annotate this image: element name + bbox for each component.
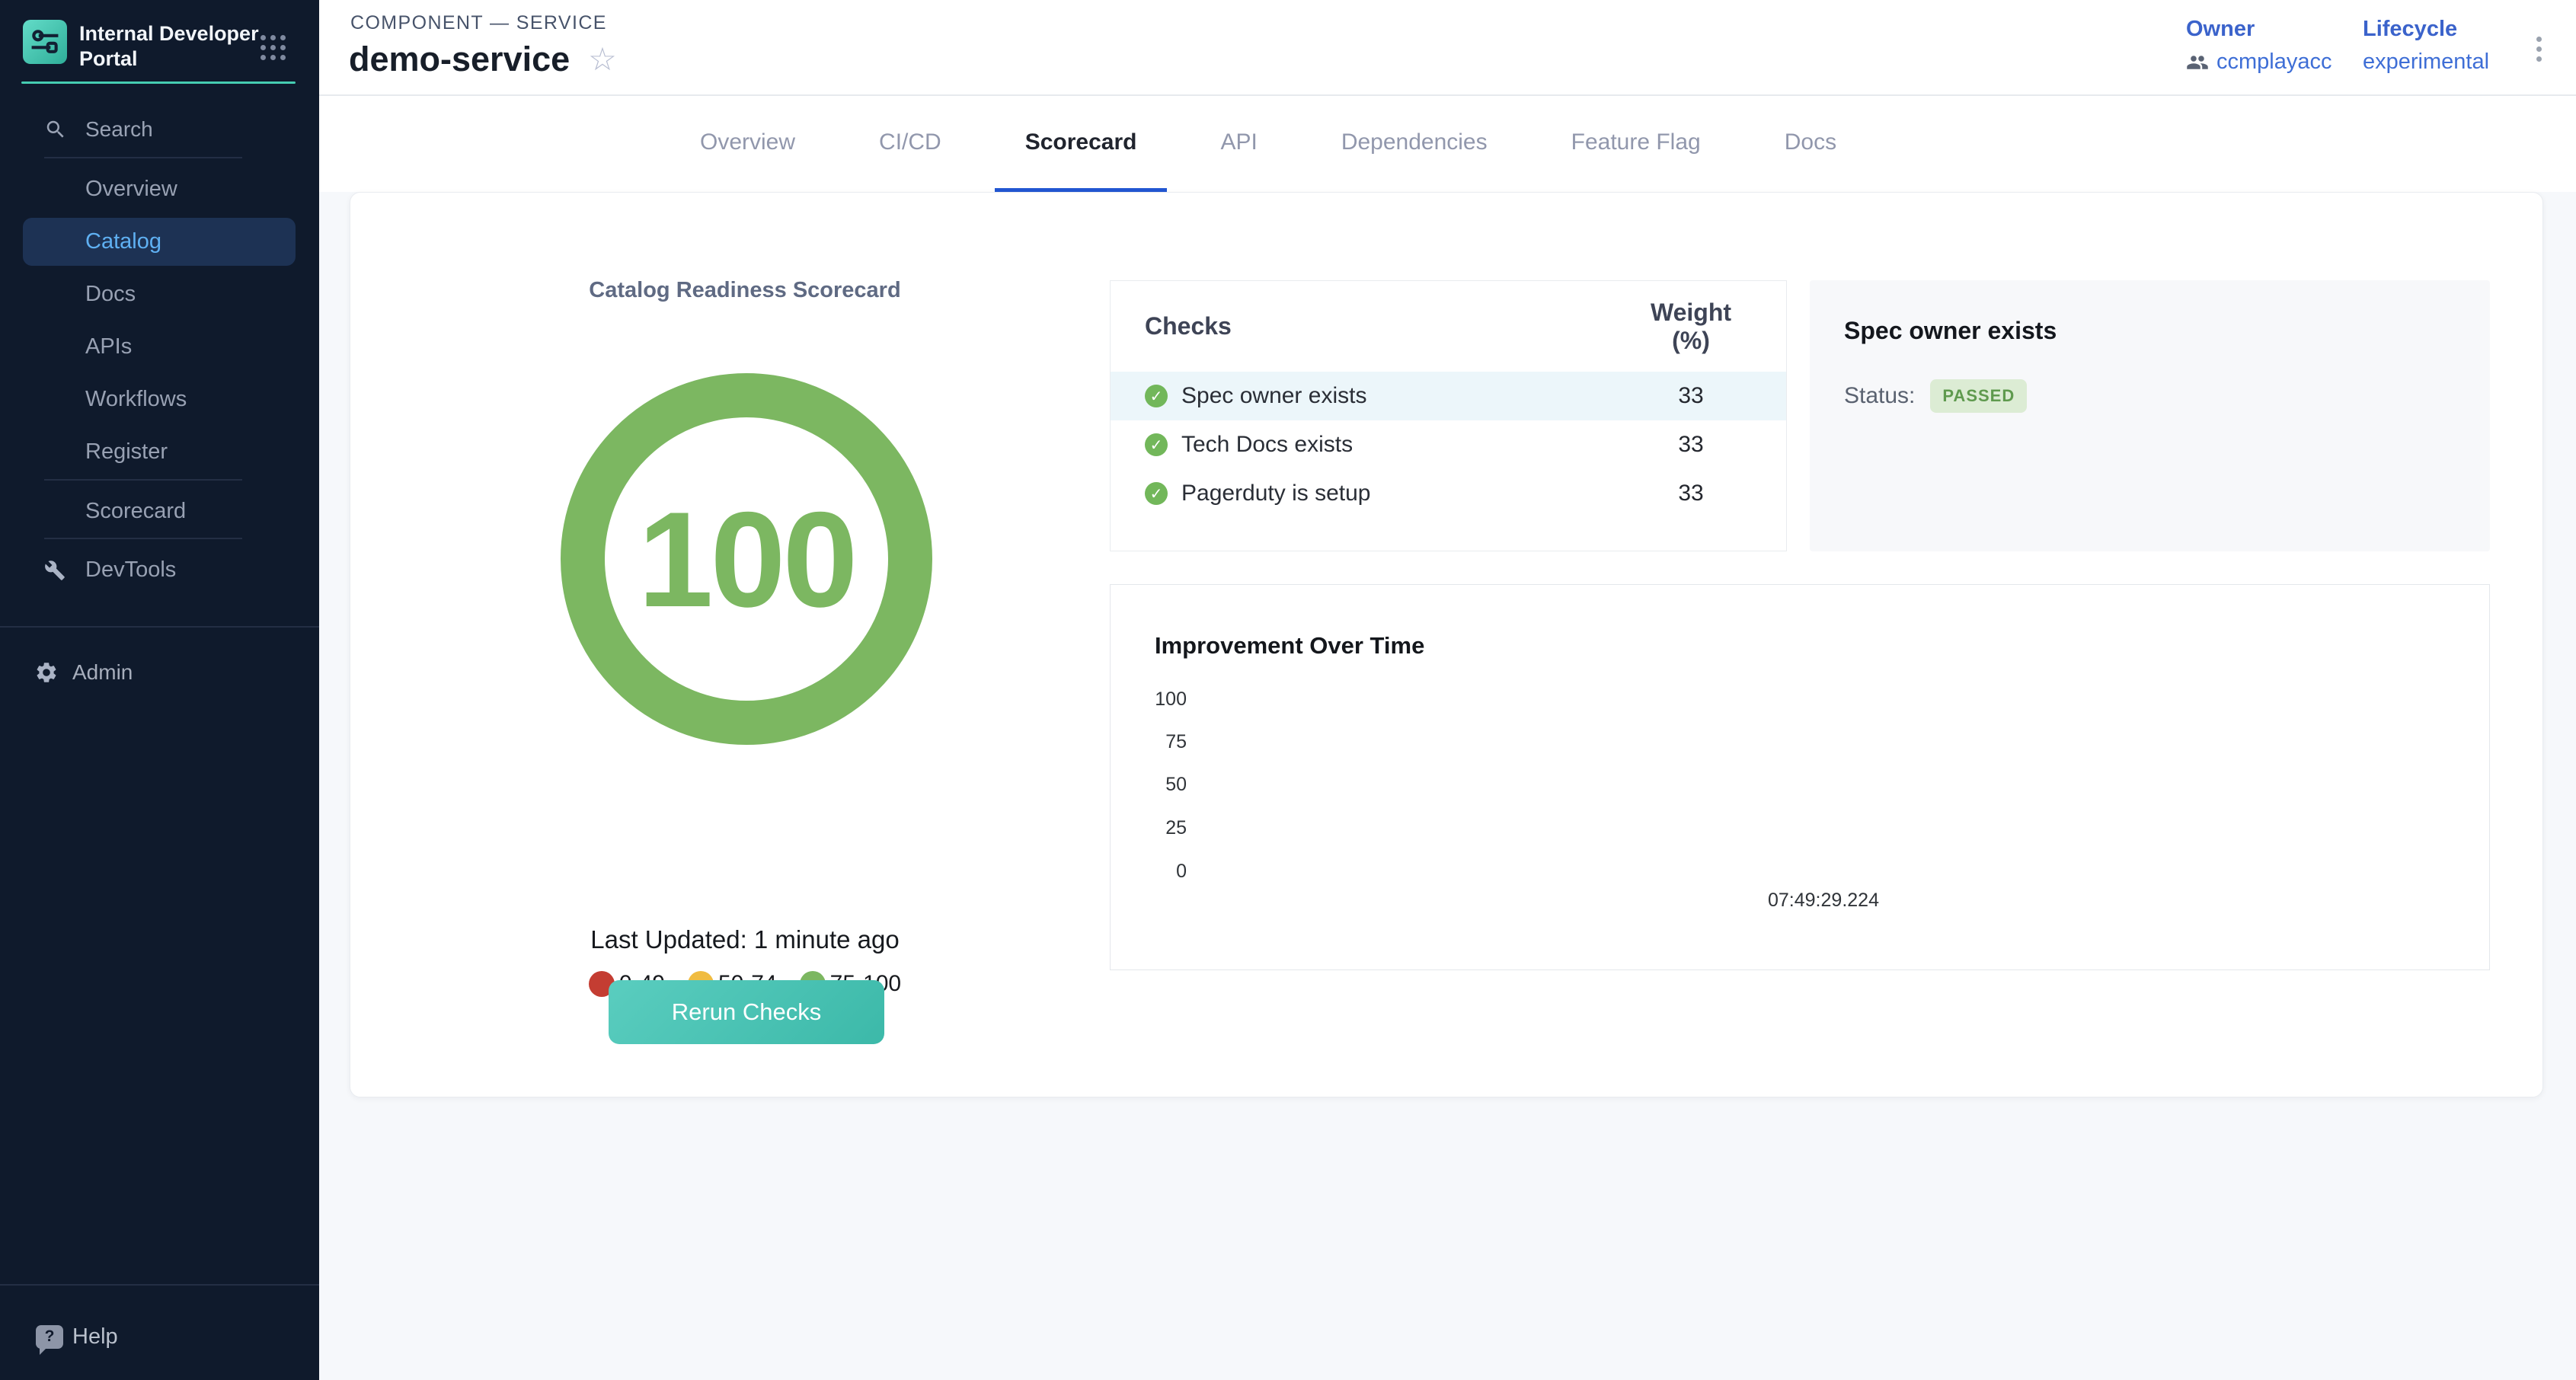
chart-title: Improvement Over Time: [1155, 632, 1424, 660]
favorite-star-icon[interactable]: ☆: [588, 43, 617, 75]
check-passed-icon: ✓: [1145, 482, 1168, 505]
sidebar-search[interactable]: Search: [0, 110, 319, 149]
gear-icon: [34, 660, 59, 685]
entity-tabs: Overview CI/CD Scorecard API Dependencie…: [319, 96, 2576, 192]
users-icon: [2186, 51, 2209, 74]
improvement-chart-panel: Improvement Over Time 100 75 50 25 0 07:…: [1110, 584, 2490, 970]
weight-column-header: Weight (%): [1630, 299, 1752, 355]
sidebar-help-label: Help: [72, 1324, 118, 1350]
checks-table-header: Checks Weight (%): [1111, 281, 1786, 372]
check-row-spec-owner[interactable]: ✓ Spec owner exists 33: [1111, 372, 1786, 420]
status-label: Status:: [1844, 383, 1915, 409]
scorecard-card: Catalog Readiness Scorecard 100 0-49 50-…: [350, 192, 2543, 1097]
lifecycle-value: experimental: [2363, 50, 2489, 75]
check-row-tech-docs[interactable]: ✓ Tech Docs exists 33: [1111, 420, 1786, 469]
search-icon: [44, 118, 67, 141]
sidebar-item-help[interactable]: ? Help: [0, 1310, 319, 1363]
sidebar-divider: [0, 1284, 319, 1286]
gauge-title: Catalog Readiness Scorecard: [516, 278, 973, 303]
breadcrumb: COMPONENT — SERVICE: [350, 12, 607, 34]
check-detail-title: Spec owner exists: [1844, 317, 2057, 345]
tab-overview[interactable]: Overview: [670, 96, 826, 192]
sidebar-divider: [44, 157, 242, 158]
app-logo[interactable]: Internal Developer Portal: [23, 20, 270, 72]
entity-header: COMPONENT — SERVICE demo-service ☆ Owner…: [319, 0, 2576, 96]
check-passed-icon: ✓: [1145, 385, 1168, 407]
apps-grid-icon[interactable]: [260, 35, 286, 60]
score-value: 100: [638, 481, 855, 637]
tab-cicd[interactable]: CI/CD: [849, 96, 972, 192]
lifecycle-meta: Lifecycle experimental: [2363, 17, 2489, 75]
owner-label: Owner: [2186, 17, 2332, 42]
check-detail-panel: Spec owner exists Status: PASSED: [1810, 280, 2490, 551]
tab-scorecard[interactable]: Scorecard: [995, 96, 1168, 192]
sidebar-search-label: Search: [85, 117, 153, 142]
help-chat-icon: ?: [36, 1325, 63, 1349]
check-row-pagerduty[interactable]: ✓ Pagerduty is setup 33: [1111, 469, 1786, 518]
x-axis-tick: 07:49:29.224: [1747, 890, 1900, 912]
y-axis-tick: 50: [1111, 774, 1187, 796]
rerun-checks-button[interactable]: Rerun Checks: [609, 980, 884, 1044]
app-title: Internal Developer Portal: [79, 20, 270, 72]
main-area: COMPONENT — SERVICE demo-service ☆ Owner…: [319, 0, 2576, 1380]
sidebar-divider: [44, 479, 242, 481]
score-gauge: 100: [561, 373, 932, 745]
page-title: demo-service: [349, 40, 570, 79]
sidebar-item-apis[interactable]: APIs: [0, 321, 319, 373]
sidebar: Internal Developer Portal Search Overvie…: [0, 0, 319, 1380]
sidebar-item-admin[interactable]: Admin: [0, 646, 319, 698]
sidebar-admin-label: Admin: [72, 660, 133, 685]
y-axis-tick: 0: [1111, 861, 1187, 883]
last-updated-text: Last Updated: 1 minute ago: [516, 925, 973, 954]
check-passed-icon: ✓: [1145, 433, 1168, 456]
sidebar-nav: Overview Catalog Docs APIs Workflows Reg…: [0, 163, 319, 596]
sidebar-item-devtools[interactable]: DevTools: [0, 544, 319, 596]
lifecycle-label: Lifecycle: [2363, 17, 2489, 42]
app-logo-icon: [23, 20, 67, 64]
owner-meta: Owner ccmplayacc: [2186, 17, 2332, 75]
checks-column-header: Checks: [1145, 312, 1630, 340]
wrench-icon: [44, 560, 66, 581]
tab-docs[interactable]: Docs: [1754, 96, 1867, 192]
owner-link[interactable]: ccmplayacc: [2216, 50, 2332, 75]
tab-feature-flag[interactable]: Feature Flag: [1541, 96, 1731, 192]
sidebar-divider: [44, 538, 242, 539]
sidebar-divider: [0, 626, 319, 628]
sidebar-item-register[interactable]: Register: [0, 426, 319, 478]
sidebar-item-workflows[interactable]: Workflows: [0, 373, 319, 426]
tab-dependencies[interactable]: Dependencies: [1311, 96, 1518, 192]
scorecard-content: Catalog Readiness Scorecard 100 0-49 50-…: [319, 192, 2576, 1380]
checks-panel: Checks Weight (%) ✓ Spec owner exists 33…: [1110, 280, 1787, 551]
y-axis-tick: 25: [1111, 817, 1187, 839]
status-badge: PASSED: [1930, 379, 2027, 413]
y-axis-tick: 75: [1111, 731, 1187, 753]
sidebar-item-overview[interactable]: Overview: [0, 163, 319, 216]
sidebar-item-docs[interactable]: Docs: [0, 268, 319, 321]
kebab-menu-icon[interactable]: [2532, 32, 2546, 66]
y-axis-tick: 100: [1111, 688, 1187, 711]
sidebar-item-catalog[interactable]: Catalog: [0, 216, 319, 268]
brand-divider: [21, 81, 296, 84]
tab-api[interactable]: API: [1190, 96, 1287, 192]
sidebar-item-scorecard[interactable]: Scorecard: [0, 485, 319, 538]
